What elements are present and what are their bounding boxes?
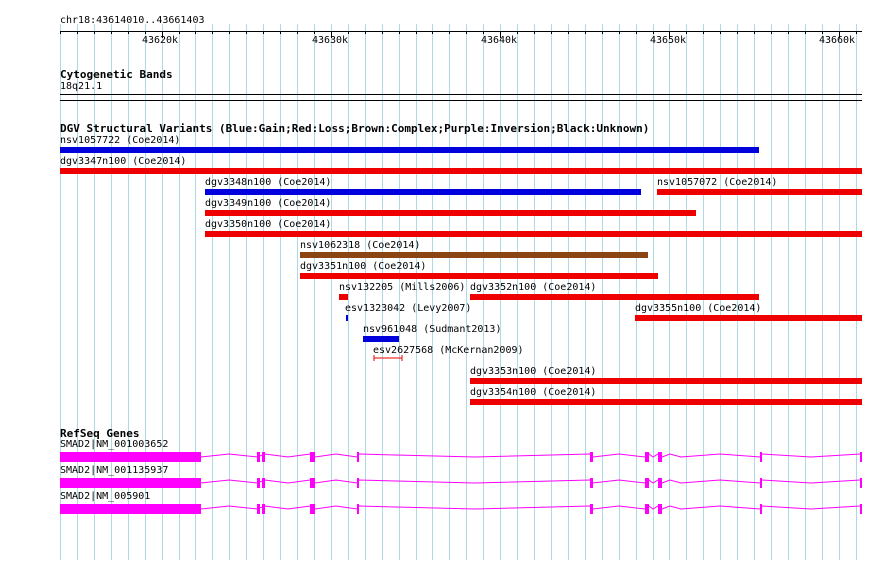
variant-label[interactable]: nsv1062318 (Coe2014) (300, 240, 420, 252)
cytoband-line-bottom (60, 100, 862, 101)
exon (658, 452, 662, 462)
tick-label: 43620k (141, 35, 179, 46)
ruler-location: chr18:43614010..43661403 (60, 15, 205, 26)
exon (60, 452, 201, 462)
exon (590, 478, 593, 488)
exon (860, 452, 862, 462)
variant-bar-loss[interactable] (339, 294, 348, 300)
exon (357, 504, 359, 514)
exon (645, 452, 649, 462)
variant-bar-loss[interactable] (60, 168, 862, 174)
exon (60, 504, 201, 514)
exon (257, 452, 260, 462)
exon (310, 504, 315, 514)
variant-bar-gain[interactable] (363, 336, 399, 342)
variant-bar-loss[interactable] (205, 210, 696, 216)
variant-bar-loss[interactable] (657, 189, 862, 195)
variant-label[interactable]: nsv1057722 (Coe2014) (60, 135, 180, 147)
cytobands-track-title[interactable]: Cytogenetic Bands (60, 68, 173, 81)
variant-label[interactable]: dgv3355n100 (Coe2014) (635, 303, 761, 315)
exon (257, 478, 260, 488)
exon (357, 478, 359, 488)
exon (860, 478, 862, 488)
variant-label[interactable]: dgv3352n100 (Coe2014) (470, 282, 596, 294)
variant-label[interactable]: nsv132205 (Mills2006) (339, 282, 465, 294)
cytoband-line-top (60, 94, 862, 95)
gene-model[interactable] (0, 449, 890, 465)
variant-bar-loss[interactable] (470, 294, 759, 300)
exon (590, 452, 593, 462)
exon (590, 504, 593, 514)
variant-bar-loss[interactable] (470, 399, 862, 405)
cytoband-label: 18q21.1 (60, 81, 103, 92)
variant-bar-complex[interactable] (300, 252, 648, 258)
dgv-track-title[interactable]: DGV Structural Variants (Blue:Gain;Red:L… (60, 122, 649, 135)
ruler-axis (60, 31, 862, 32)
tick-label: 43640k (480, 35, 518, 46)
variant-bar-loss[interactable] (470, 378, 862, 384)
variant-bar-loss[interactable] (205, 231, 862, 237)
variant-label[interactable]: dgv3354n100 (Coe2014) (470, 387, 596, 399)
genome-browser-panel: chr18:43614010..43661403 43620k 43630k 4… (0, 0, 890, 563)
exon (310, 452, 315, 462)
exon (60, 478, 201, 488)
variant-label[interactable]: dgv3347n100 (Coe2014) (60, 156, 186, 168)
tick-label: 43630k (311, 35, 349, 46)
tick-label: 43650k (649, 35, 687, 46)
variant-label[interactable]: esv1323042 (Levy2007) (345, 303, 471, 315)
variant-label[interactable]: nsv961048 (Sudmant2013) (363, 324, 501, 336)
variant-label[interactable]: dgv3349n100 (Coe2014) (205, 198, 331, 210)
variant-bar-gain[interactable] (205, 189, 641, 195)
exon (262, 504, 265, 514)
exon (760, 504, 762, 514)
variant-bar-loss[interactable] (300, 273, 658, 279)
exon (658, 504, 662, 514)
exon (658, 478, 662, 488)
variant-bar-loss[interactable] (635, 315, 862, 321)
variant-label[interactable]: dgv3348n100 (Coe2014) (205, 177, 331, 189)
exon (262, 478, 265, 488)
exon (760, 452, 762, 462)
exon (262, 452, 265, 462)
exon (357, 452, 359, 462)
exon (310, 478, 315, 488)
exon (645, 478, 649, 488)
exon (760, 478, 762, 488)
tick-label: 43660k (818, 35, 856, 46)
gene-model[interactable] (0, 475, 890, 491)
variant-label[interactable]: dgv3351n100 (Coe2014) (300, 261, 426, 273)
variant-label[interactable]: dgv3350n100 (Coe2014) (205, 219, 331, 231)
variant-bar-gain[interactable] (60, 147, 759, 153)
variant-label[interactable]: nsv1057072 (Coe2014) (657, 177, 777, 189)
exon (645, 504, 649, 514)
variant-bar-gain[interactable] (346, 315, 348, 321)
exon (860, 504, 862, 514)
exon (257, 504, 260, 514)
variant-label[interactable]: dgv3353n100 (Coe2014) (470, 366, 596, 378)
gene-model[interactable] (0, 501, 890, 517)
variant-bar-loss-bracket[interactable] (373, 354, 403, 362)
